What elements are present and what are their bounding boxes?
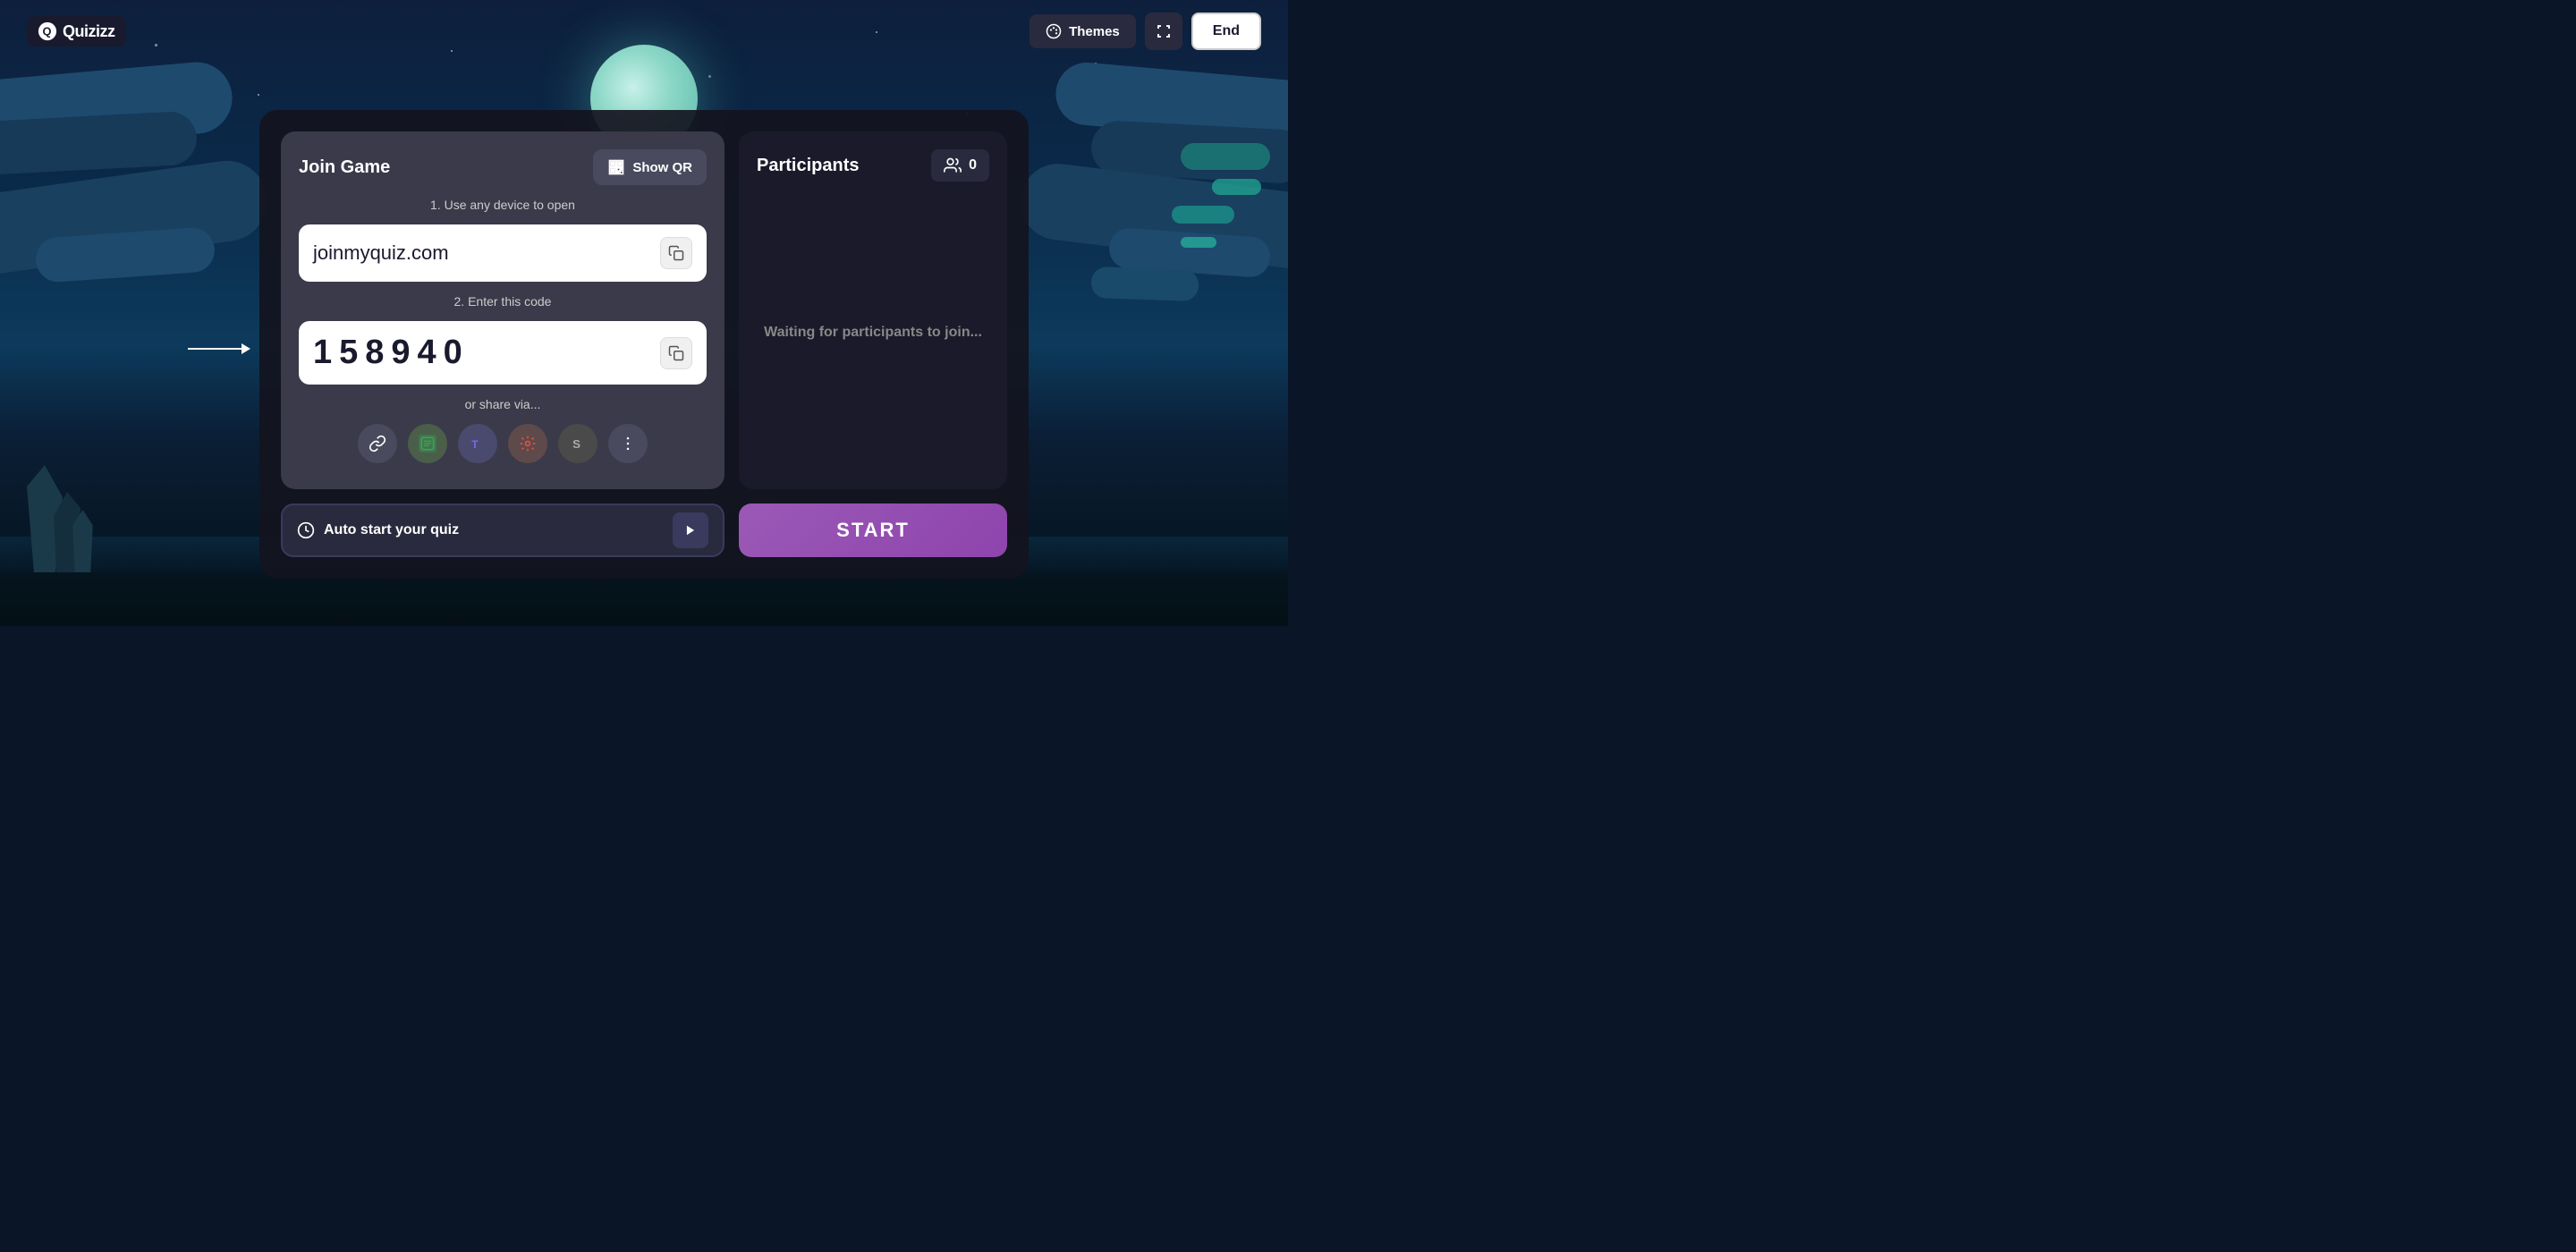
svg-text:S: S (572, 437, 580, 451)
share-icons: T S (299, 424, 707, 463)
share-classroom-button[interactable] (408, 424, 447, 463)
clock-icon (297, 521, 315, 539)
share-text: or share via... (299, 397, 707, 411)
canvas-icon (519, 435, 537, 453)
end-button[interactable]: End (1191, 13, 1261, 50)
participants-header: Participants 0 (757, 149, 989, 182)
copy-code-button[interactable] (660, 337, 692, 369)
panel-bottom: Auto start your quiz START (281, 503, 1007, 557)
svg-text:T: T (471, 439, 478, 451)
logo: Q Quizizz (27, 16, 126, 47)
participant-count-badge: 0 (931, 149, 989, 182)
participant-count: 0 (969, 157, 977, 173)
more-icon (619, 435, 637, 453)
logo-icon: Q (38, 21, 57, 41)
share-canvas-button[interactable] (508, 424, 547, 463)
panel-top: Join Game (281, 131, 1007, 489)
themes-button[interactable]: Themes (1030, 14, 1136, 48)
fullscreen-button[interactable] (1145, 13, 1182, 50)
show-qr-button[interactable]: Show QR (593, 149, 707, 185)
end-label: End (1213, 23, 1240, 38)
participants-section: Participants 0 Waiting for participants … (739, 131, 1007, 489)
join-game-section: Join Game (281, 131, 724, 489)
logo-text: Quizizz (63, 22, 115, 41)
header-actions: Themes End (1030, 13, 1261, 50)
start-button[interactable]: START (739, 503, 1007, 557)
join-url: joinmyquiz.com (313, 241, 449, 265)
start-label: START (836, 519, 910, 541)
palette-icon (1046, 23, 1062, 39)
code-box: 158940 (299, 321, 707, 385)
copy-icon (668, 245, 684, 261)
join-game-title: Join Game (299, 157, 390, 178)
participants-title: Participants (757, 156, 859, 176)
themes-label: Themes (1069, 24, 1120, 39)
classroom-icon (419, 435, 436, 453)
teams-icon: T (469, 435, 487, 453)
link-icon (369, 435, 386, 453)
copy-url-button[interactable] (660, 237, 692, 269)
svg-text:Q: Q (43, 25, 52, 38)
play-icon (684, 524, 697, 537)
header: Q Quizizz Themes End (0, 0, 1288, 63)
game-panel: Join Game (259, 110, 1029, 579)
auto-start-play-button[interactable] (673, 512, 708, 548)
fullscreen-icon (1156, 23, 1172, 39)
auto-start-label: Auto start your quiz (324, 522, 459, 538)
step2-text: 2. Enter this code (299, 294, 707, 309)
share-schoology-button[interactable]: S (558, 424, 597, 463)
waiting-text: Waiting for participants to join... (764, 325, 982, 341)
url-box: joinmyquiz.com (299, 224, 707, 282)
participants-icon (944, 156, 962, 174)
game-code: 158940 (313, 334, 470, 372)
auto-start-control[interactable]: Auto start your quiz (281, 503, 724, 557)
share-more-button[interactable] (608, 424, 648, 463)
arrow-indicator (188, 343, 250, 354)
show-qr-label: Show QR (632, 160, 692, 175)
copy-code-icon (668, 345, 684, 361)
qr-icon (607, 158, 625, 176)
participants-empty: Waiting for participants to join... (757, 194, 989, 471)
schoology-icon: S (569, 435, 587, 453)
share-teams-button[interactable]: T (458, 424, 497, 463)
arrow-line (188, 348, 242, 350)
arrow-head (242, 343, 250, 354)
join-game-header: Join Game (299, 149, 707, 185)
share-link-button[interactable] (358, 424, 397, 463)
step1-text: 1. Use any device to open (299, 198, 707, 212)
auto-start-left: Auto start your quiz (297, 521, 459, 539)
